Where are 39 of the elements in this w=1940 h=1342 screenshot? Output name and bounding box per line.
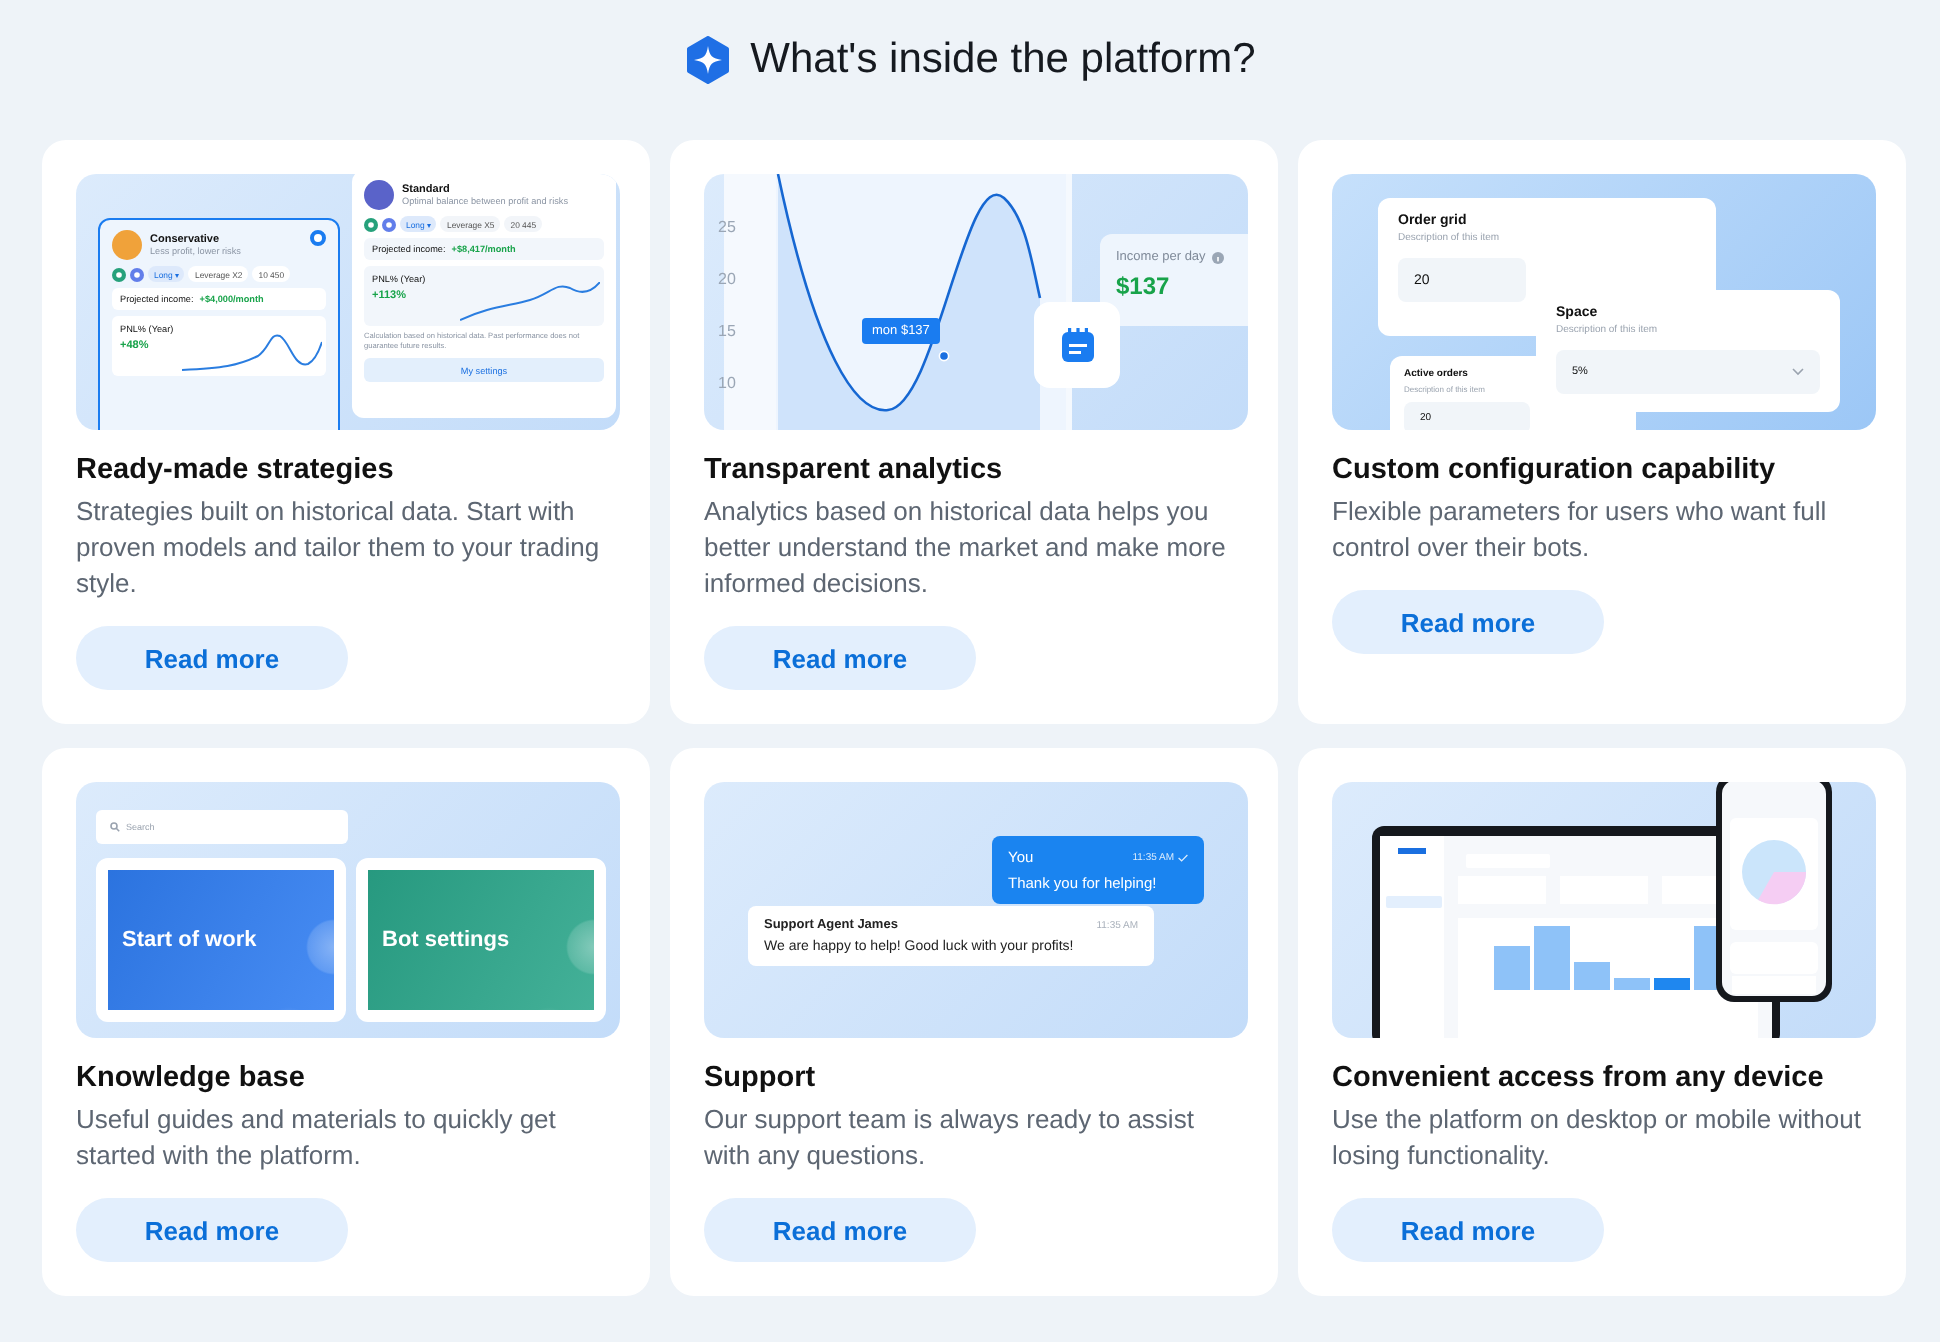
notepad-icon [1061,328,1093,362]
feature-title: Transparent analytics [704,454,1003,486]
feature-description: Our support team is always ready to assist with any questions. [704,1102,1196,1174]
feature-description: Flexible parameters for users who want full control over their bots. [1332,494,1829,566]
strategy-card[interactable] [352,174,616,418]
axis-label: 10 [718,374,736,392]
topic-card[interactable]: Start of work [96,858,346,1022]
feature-description: Strategies built on historical data. Start with proven models and tailor them to your trading style. [76,494,602,602]
feature-description: Analytics based on historical data helps you better understand the market and make more informed decisions. [704,494,1228,602]
feature-title: Ready-made strategies [76,454,394,486]
section-title: What's inside the platform? [750,36,1256,84]
search-icon [110,822,120,832]
feature-description: Use the platform on desktop or mobile without losing functionality. [1332,1102,1863,1174]
feature-title: Support [704,1062,816,1094]
avatar [364,180,394,210]
sparkline [460,282,600,322]
read-more-button[interactable]: Read more [704,1198,976,1262]
radio-selected-icon [310,230,326,246]
read-more-button[interactable]: Read more [76,1198,348,1262]
check-icon [1178,853,1188,861]
sparkline [182,332,322,372]
income-value: $137 [1116,272,1172,300]
sparkle-logo-icon [684,36,733,84]
avatar [112,230,142,260]
read-more-button[interactable]: Read more [1332,1198,1604,1262]
axis-label: 25 [718,218,736,236]
feature-title: Convenient access from any device [1332,1062,1824,1094]
feature-title: Custom configuration capability [1332,454,1776,486]
feature-title: Knowledge base [76,1062,305,1094]
read-more-button[interactable]: Read more [704,626,976,690]
feature-description: Useful guides and materials to quickly get started with the platform. [76,1102,558,1174]
data-point-marker [938,350,950,362]
axis-label: 20 [718,270,736,288]
read-more-button[interactable]: Read more [76,626,348,690]
axis-label: 15 [718,322,736,340]
chevron-down-icon [1792,368,1804,376]
read-more-button[interactable]: Read more [1332,590,1604,654]
topic-card[interactable]: Bot settings [356,858,606,1022]
info-icon [1211,251,1224,263]
